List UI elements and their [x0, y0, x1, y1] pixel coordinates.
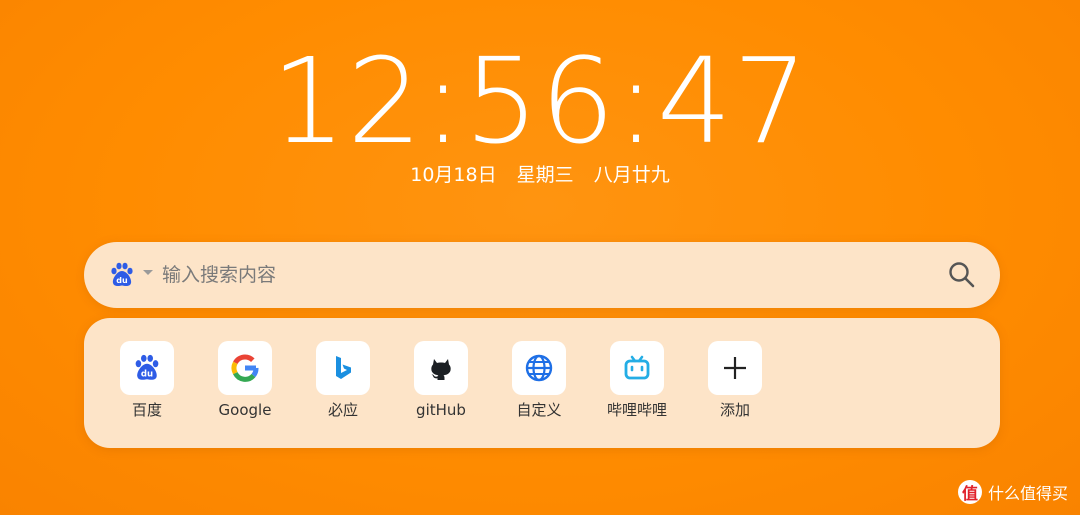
search-icon[interactable]	[946, 259, 978, 291]
bilibili-icon	[624, 355, 650, 380]
shortcut-tile[interactable]	[218, 341, 272, 395]
github-icon	[431, 359, 451, 380]
shortcut-tile[interactable]	[708, 341, 762, 395]
shortcut-tile[interactable]	[610, 341, 664, 395]
shortcut-google[interactable]: Google	[200, 341, 290, 426]
shortcut-tile[interactable]	[512, 341, 566, 395]
shortcut-baidu[interactable]: du 百度	[102, 341, 192, 426]
shortcut-label: 自定义	[516, 401, 562, 419]
lunar-date-text: 八月廿九	[593, 164, 670, 186]
globe-icon	[525, 354, 553, 382]
shortcut-tile[interactable]	[316, 341, 370, 395]
svg-text:du: du	[141, 370, 153, 380]
svg-text:du: du	[116, 276, 128, 285]
chevron-down-icon[interactable]	[142, 266, 154, 278]
date-text: 10月18日	[410, 164, 497, 186]
baidu-paw-icon[interactable]: du	[108, 261, 136, 289]
shortcut-github[interactable]: gitHub	[396, 341, 486, 426]
watermark: 值 什么值得买	[957, 479, 1068, 505]
shortcut-custom[interactable]: 自定义	[494, 341, 584, 426]
search-bar: du	[84, 242, 1000, 308]
watermark-text: 什么值得买	[987, 484, 1068, 503]
shortcut-label: 添加	[719, 401, 750, 419]
shortcut-bilibili[interactable]: 哔哩哔哩	[592, 341, 682, 426]
google-icon	[231, 354, 259, 382]
plus-icon	[724, 357, 746, 379]
shortcut-tile[interactable]	[414, 341, 468, 395]
shortcut-label: gitHub	[416, 401, 466, 419]
shortcut-add[interactable]: 添加	[690, 341, 780, 426]
shortcut-label: 百度	[131, 401, 162, 419]
shortcuts-panel: du 百度 Google 必应 gitHub 自定义 哔哩哔哩 添加	[84, 318, 1000, 448]
shortcut-label: Google	[218, 401, 272, 419]
date-line: 10月18日 星期三 八月廿九	[0, 162, 1080, 188]
shortcut-label: 哔哩哔哩	[606, 401, 667, 419]
shortcut-tile[interactable]: du	[120, 341, 174, 395]
baidu-icon: du	[135, 354, 159, 380]
clock-time: 12:56:47	[271, 32, 809, 170]
weekday-text: 星期三	[516, 164, 574, 186]
bing-icon	[336, 356, 351, 379]
search-input[interactable]	[162, 258, 922, 292]
shortcut-bing[interactable]: 必应	[298, 341, 388, 426]
shortcut-label: 必应	[327, 401, 358, 419]
watermark-badge: 值	[957, 480, 982, 504]
